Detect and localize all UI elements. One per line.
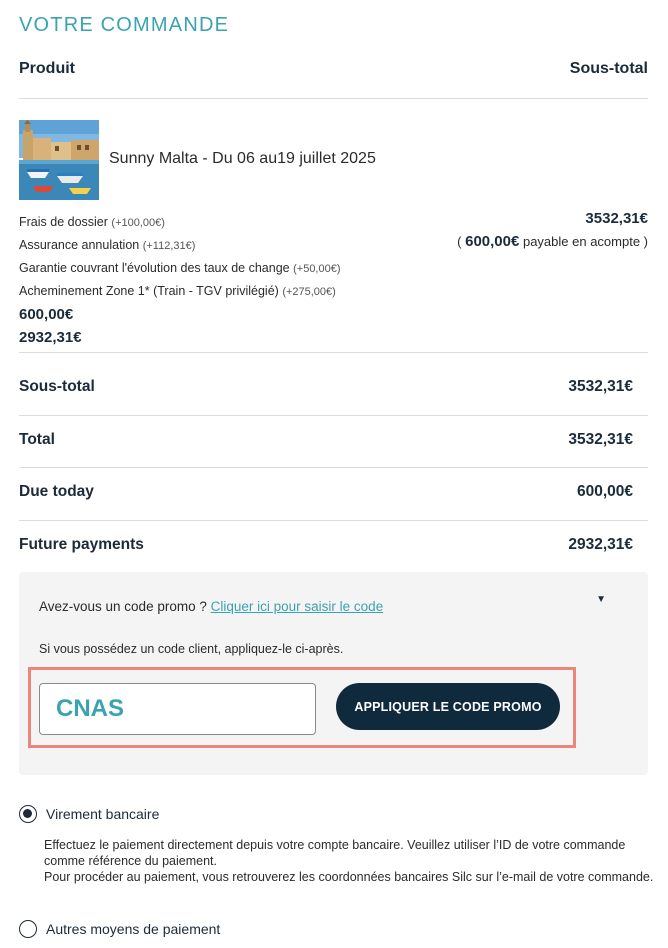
product-fees: Frais de dossier (+100,00€) Assurance an…: [19, 211, 341, 349]
amount-future: 2932,31€: [19, 329, 82, 346]
summary-value: 2932,31€: [568, 536, 633, 553]
fee-extra: (+275,00€): [282, 286, 336, 298]
fee-line: Assurance annulation (+112,31€): [19, 234, 341, 257]
deposit-note: ( 600,00€ payable en acompte ): [457, 233, 648, 250]
deposit-amount: 600,00€: [465, 233, 520, 250]
fee-line: Acheminement Zone 1* (Train - TGV privil…: [19, 280, 341, 303]
product-name: Sunny Malta - Du 06 au19 juillet 2025: [109, 150, 376, 167]
fee-extra: (+100,00€): [111, 217, 165, 229]
malta-harbour-photo-icon: [19, 120, 99, 200]
summary-value: 3532,31€: [568, 378, 633, 395]
promo-question: Avez-vous un code promo ? Cliquer ici po…: [39, 599, 383, 614]
summary-value: 600,00€: [576, 483, 633, 500]
promo-hint: Si vous possédez un code client, appliqu…: [39, 642, 344, 656]
fee-line: Frais de dossier (+100,00€): [19, 211, 341, 234]
summary-label: Future payments: [19, 536, 144, 553]
promo-code-input[interactable]: [39, 683, 316, 735]
col-product-header: Produit: [19, 60, 75, 77]
divider: [19, 520, 648, 521]
fee-label: Frais de dossier: [19, 215, 108, 229]
promo-code-panel: Avez-vous un code promo ? Cliquer ici po…: [19, 572, 648, 775]
summary-row-due-today: Due today 600,00€: [19, 483, 633, 505]
divider: [19, 98, 648, 99]
radio-unchecked-icon[interactable]: [19, 920, 37, 938]
summary-row-future-payments: Future payments 2932,31€: [19, 536, 633, 558]
col-subtotal-header: Sous-total: [569, 60, 648, 77]
payment-description: Effectuez le paiement directement depuis…: [44, 837, 654, 885]
fee-extra: (+50,00€): [293, 263, 341, 275]
product-thumbnail: [19, 120, 99, 200]
payment-option-label: Virement bancaire: [46, 806, 160, 822]
payment-option-bank-transfer[interactable]: Virement bancaire: [19, 805, 159, 823]
summary-value: 3532,31€: [568, 431, 633, 448]
radio-checked-icon[interactable]: [19, 805, 37, 823]
divider: [19, 352, 648, 353]
promo-question-text: Avez-vous un code promo ?: [39, 599, 207, 614]
payment-desc-line: Pour procéder au paiement, vous retrouve…: [44, 870, 654, 884]
amount-due-today: 600,00€: [19, 306, 74, 323]
summary-label: Total: [19, 431, 55, 448]
fee-label: Garantie couvrant l'évolution des taux d…: [19, 261, 290, 275]
deposit-text: payable en acompte ): [522, 234, 648, 249]
order-table-header: Produit Sous-total: [19, 60, 648, 82]
payment-option-other[interactable]: Autres moyens de paiement: [19, 920, 220, 938]
deposit-open: (: [457, 234, 462, 249]
divider: [19, 415, 648, 416]
caret-down-icon[interactable]: ▼: [596, 594, 606, 605]
summary-label: Due today: [19, 483, 94, 500]
fee-label: Acheminement Zone 1* (Train - TGV privil…: [19, 284, 279, 298]
payment-option-label: Autres moyens de paiement: [46, 921, 221, 937]
fee-line: Garantie couvrant l'évolution des taux d…: [19, 257, 341, 280]
order-title: VOTRE COMMANDE: [19, 14, 230, 36]
apply-promo-button[interactable]: APPLIQUER LE CODE PROMO: [336, 683, 560, 730]
fee-extra: (+112,31€): [142, 240, 196, 252]
summary-row-total: Total 3532,31€: [19, 431, 633, 453]
divider: [19, 467, 648, 468]
summary-row-subtotal: Sous-total 3532,31€: [19, 378, 633, 400]
fee-label: Assurance annulation: [19, 238, 140, 252]
product-line-total: 3532,31€: [585, 210, 648, 227]
promo-toggle-link[interactable]: Cliquer ici pour saisir le code: [211, 599, 384, 614]
payment-desc-line: Effectuez le paiement directement depuis…: [44, 838, 626, 868]
summary-label: Sous-total: [19, 378, 95, 395]
